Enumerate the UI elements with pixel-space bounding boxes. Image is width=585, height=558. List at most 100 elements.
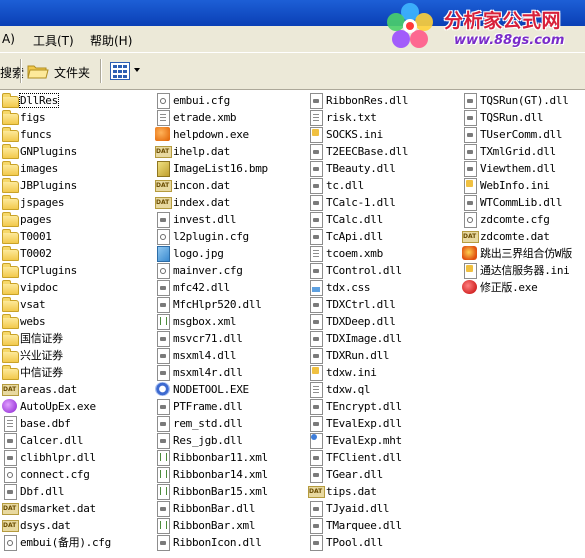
- file-name: TEvalExp.mht: [326, 434, 402, 447]
- file-name: vipdoc: [20, 281, 58, 294]
- folder-icon: [2, 144, 19, 159]
- file-name: TDXDeep.dll: [326, 315, 396, 328]
- toolbar: 搜索 文件夹: [0, 53, 585, 90]
- dll-file-icon: [157, 297, 170, 313]
- folder-icon: [2, 348, 19, 363]
- dll-file-icon: [157, 212, 170, 228]
- config-file-icon: [464, 212, 477, 228]
- file-name: TDXCtrl.dll: [326, 298, 396, 311]
- file-name: TPool.dll: [326, 536, 383, 549]
- file-name: PTFrame.dll: [173, 400, 243, 413]
- file-name: 中信证券: [20, 366, 63, 379]
- dll-file-icon: [464, 144, 477, 160]
- dll-file-icon: [157, 365, 170, 381]
- file-name: Viewthem.dll: [480, 162, 556, 175]
- flower-logo-icon: [387, 3, 433, 48]
- file-name: l2plugin.cfg: [173, 230, 249, 243]
- image-file-icon: [157, 246, 170, 262]
- folders-button[interactable]: 文件夹: [54, 64, 90, 81]
- file-name: connect.cfg: [20, 468, 90, 481]
- file-name: dsmarket.dat: [20, 502, 96, 515]
- file-list: DllRes figs funcs GNPlugins images JBPlugins j…: [0, 90, 585, 558]
- file-name: Calcer.dll: [20, 434, 84, 447]
- dat-file-icon: [2, 384, 19, 396]
- dll-file-icon: [310, 331, 323, 347]
- file-name: tips.dat: [326, 485, 377, 498]
- file-name: etrade.xmb: [173, 111, 237, 124]
- dll-file-icon: [157, 416, 170, 432]
- file-name: Res_jgb.dll: [173, 434, 243, 447]
- web-archive-icon: [310, 433, 323, 449]
- toolbar-separator: [20, 59, 22, 83]
- config-file-icon: [4, 535, 17, 551]
- file-name: embui.cfg: [173, 94, 230, 107]
- dll-file-icon: [464, 161, 477, 177]
- dll-file-icon: [157, 535, 170, 551]
- dll-file-icon: [310, 178, 323, 194]
- folder-icon: [2, 297, 19, 312]
- folder-icon: [2, 110, 19, 125]
- file-name: 修正版.exe: [480, 281, 538, 294]
- ini-file-icon: [464, 263, 477, 279]
- file-name: TQSRun(GT).dll: [480, 94, 569, 107]
- views-button[interactable]: [108, 60, 144, 82]
- dll-file-icon: [310, 535, 323, 551]
- file-name: RibbonBar15.xml: [173, 485, 268, 498]
- file-name: invest.dll: [173, 213, 237, 226]
- exe-icon: [462, 280, 477, 294]
- file-name: base.dbf: [20, 417, 71, 430]
- file-name: RibbonRes.dll: [326, 94, 409, 107]
- watermark-logo: 分析家公式网 www.88gs.com: [382, 0, 585, 56]
- file-name: WebInfo.ini: [480, 179, 550, 192]
- file-name: T0001: [20, 230, 52, 243]
- file-name: T0002: [20, 247, 52, 260]
- dll-file-icon: [310, 348, 323, 364]
- file-name: 跳出三界组合仿W版: [480, 247, 572, 260]
- dll-file-icon: [310, 263, 323, 279]
- dll-file-icon: [4, 433, 17, 449]
- dat-file-icon: [308, 486, 325, 498]
- file-name: TBeauty.dll: [326, 162, 396, 175]
- folder-icon: [2, 246, 19, 261]
- file-name: risk.txt: [326, 111, 377, 124]
- file-name: RibbonIcon.dll: [173, 536, 262, 549]
- file-name: TJyaid.dll: [326, 502, 390, 515]
- file-name: TFClient.dll: [326, 451, 402, 464]
- ini-file-icon: [310, 127, 323, 143]
- config-file-icon: [157, 93, 170, 109]
- file-name: areas.dat: [20, 383, 77, 396]
- file-name: webs: [20, 315, 46, 328]
- file-name: pages: [20, 213, 52, 226]
- folders-icon: [27, 65, 49, 79]
- file-name: MfcHlpr520.dll: [173, 298, 262, 311]
- xml-file-icon: [157, 450, 170, 466]
- menu-help[interactable]: 帮助(H): [90, 32, 132, 49]
- file-name: Ribbonbar11.xml: [173, 451, 268, 464]
- menu-tools[interactable]: 工具(T): [33, 32, 74, 49]
- file-name: ihelp.dat: [173, 145, 230, 158]
- file-name: TUserComm.dll: [480, 128, 563, 141]
- file-name: tdxw.ini: [326, 366, 377, 379]
- xml-file-icon: [157, 467, 170, 483]
- file-icon: [4, 416, 17, 432]
- ini-file-icon: [464, 178, 477, 194]
- update-exe-icon: [2, 399, 17, 413]
- menu-view[interactable]: A): [2, 32, 15, 46]
- folder-icon: [2, 314, 19, 329]
- file-icon: [157, 110, 170, 126]
- dll-file-icon: [157, 501, 170, 517]
- file-icon: [310, 110, 323, 126]
- file-name: incon.dat: [173, 179, 230, 192]
- file-name: index.dat: [173, 196, 230, 209]
- folder-icon: [2, 331, 19, 346]
- file-name: JBPlugins: [20, 179, 77, 192]
- file-name: 兴业证券: [20, 349, 63, 362]
- file-name: 通达信服务器.ini: [480, 264, 570, 277]
- dll-file-icon: [157, 348, 170, 364]
- file-icon: [310, 382, 323, 398]
- file-name: TGear.dll: [326, 468, 383, 481]
- watermark-url: www.88gs.com: [454, 33, 565, 48]
- file-name: TXmlGrid.dll: [480, 145, 556, 158]
- bitmap-file-icon: [157, 161, 170, 177]
- dll-file-icon: [310, 314, 323, 330]
